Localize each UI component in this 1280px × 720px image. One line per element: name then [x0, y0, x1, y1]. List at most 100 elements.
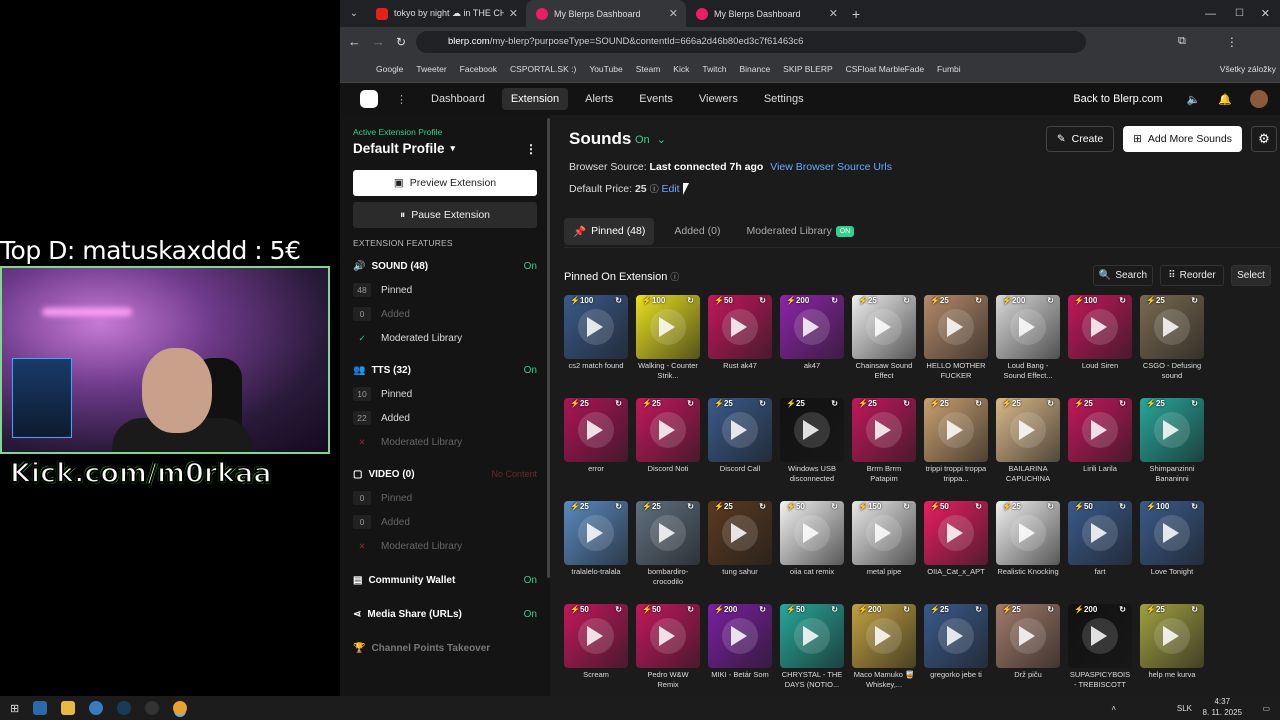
- sound-card[interactable]: ⚡25 ↻ Drž piču: [996, 604, 1060, 698]
- tray-arrow-icon[interactable]: ˄: [1111, 704, 1116, 713]
- volume-icon[interactable]: 🔈: [1187, 93, 1201, 106]
- all-bookmarks[interactable]: Všetky záložky: [1220, 64, 1276, 74]
- close-icon[interactable]: ✕: [509, 7, 518, 20]
- replay-icon[interactable]: ↻: [687, 399, 694, 408]
- sound-card[interactable]: ⚡50 ↻ Rust ak47: [708, 295, 772, 389]
- sound-card[interactable]: ⚡25 ↻ Brrm Brrm Patapim: [852, 398, 916, 492]
- tab-blerp-1[interactable]: My Blerps Dashboard ✕: [526, 0, 686, 27]
- play-icon[interactable]: [731, 317, 747, 337]
- select-button[interactable]: Select: [1231, 265, 1271, 286]
- reload-icon[interactable]: ↻: [396, 35, 406, 49]
- sound-thumbnail[interactable]: ⚡150 ↻: [852, 501, 916, 565]
- play-icon[interactable]: [803, 626, 819, 646]
- sound-thumbnail[interactable]: ⚡50 ↻: [780, 501, 844, 565]
- steam-icon[interactable]: [117, 701, 132, 715]
- clock[interactable]: 4:37 8. 11. 2025: [1203, 696, 1242, 718]
- sound-card[interactable]: ⚡50 ↻ OIIA_Cat_x_APT: [924, 501, 988, 595]
- sound-card[interactable]: ⚡25 ↻ gregorko jebe ti: [924, 604, 988, 698]
- sidebar-scrollbar[interactable]: [547, 118, 550, 578]
- file-explorer-icon[interactable]: [61, 701, 76, 715]
- bookmark-skip-blerp[interactable]: SKIP BLERP: [783, 64, 832, 74]
- replay-icon[interactable]: ↻: [687, 296, 694, 305]
- sound-card[interactable]: ⚡25 ↻ BAILARINA CAPUCHINA: [996, 398, 1060, 492]
- play-icon[interactable]: [947, 523, 963, 543]
- play-icon[interactable]: [947, 420, 963, 440]
- replay-icon[interactable]: ↻: [1191, 399, 1198, 408]
- bookmark-fumbi[interactable]: Fumbi: [937, 64, 961, 74]
- replay-icon[interactable]: ↻: [615, 296, 622, 305]
- play-icon[interactable]: [659, 420, 675, 440]
- info-icon[interactable]: ⓘ: [670, 272, 679, 282]
- tts-pinned[interactable]: 10 Pinned: [353, 382, 537, 406]
- replay-icon[interactable]: ↻: [1047, 605, 1054, 614]
- sound-pinned[interactable]: 48 Pinned: [353, 278, 537, 302]
- chrome-active-icon[interactable]: [173, 701, 188, 715]
- blerp-logo-icon[interactable]: [360, 90, 378, 108]
- replay-icon[interactable]: ↻: [687, 502, 694, 511]
- play-icon[interactable]: [659, 317, 675, 337]
- play-icon[interactable]: [587, 626, 603, 646]
- feature-tts[interactable]: 👥 TTS (32) On: [353, 358, 537, 382]
- replay-icon[interactable]: ↻: [831, 605, 838, 614]
- sound-thumbnail[interactable]: ⚡25 ↻: [996, 501, 1060, 565]
- replay-icon[interactable]: ↻: [1119, 296, 1126, 305]
- sound-thumbnail[interactable]: ⚡25 ↻: [1140, 295, 1204, 359]
- replay-icon[interactable]: ↻: [759, 502, 766, 511]
- close-icon[interactable]: ✕: [669, 7, 678, 20]
- replay-icon[interactable]: ↻: [687, 605, 694, 614]
- feature-video[interactable]: ▢ VIDEO (0) No Content: [353, 462, 537, 486]
- replay-icon[interactable]: ↻: [831, 399, 838, 408]
- play-icon[interactable]: [1091, 626, 1107, 646]
- replay-icon[interactable]: ↻: [1119, 605, 1126, 614]
- play-icon[interactable]: [875, 523, 891, 543]
- sound-card[interactable]: ⚡25 ↻ tralalelo-tralala: [564, 501, 628, 595]
- sound-card[interactable]: ⚡200 ↻ SUPASPICYBOIS - TREBISCOTT: [1068, 604, 1132, 698]
- nav-kebab-icon[interactable]: ⋮: [396, 93, 407, 106]
- sound-moderated[interactable]: ✓ Moderated Library: [353, 326, 537, 350]
- sound-thumbnail[interactable]: ⚡25 ↻: [780, 398, 844, 462]
- video-added[interactable]: 0 Added: [353, 510, 537, 534]
- sound-thumbnail[interactable]: ⚡200 ↻: [996, 295, 1060, 359]
- bookmark-csportal[interactable]: CSPORTAL.SK :): [510, 64, 576, 74]
- sound-thumbnail[interactable]: ⚡25 ↻: [564, 398, 628, 462]
- sound-card[interactable]: ⚡25 ↻ Lirili Larila: [1068, 398, 1132, 492]
- sound-card[interactable]: ⚡25 ↻ Discord Noti: [636, 398, 700, 492]
- feature-media-share[interactable]: ⋖ Media Share (URLs) On: [353, 602, 537, 626]
- replay-icon[interactable]: ↻: [831, 296, 838, 305]
- tts-moderated[interactable]: ✕ Moderated Library: [353, 430, 537, 454]
- feature-channel-points[interactable]: 🏆 Channel Points Takeover: [353, 636, 537, 660]
- sound-thumbnail[interactable]: ⚡50 ↻: [564, 604, 628, 668]
- bookmark-binance[interactable]: Binance: [739, 64, 770, 74]
- feature-sound[interactable]: 🔊 SOUND (48) On: [353, 254, 537, 278]
- new-tab-icon[interactable]: +: [852, 6, 860, 22]
- profile-selector[interactable]: Default Profile ▾ ⋮: [353, 141, 537, 156]
- sound-card[interactable]: ⚡200 ↻ ak47: [780, 295, 844, 389]
- bell-icon[interactable]: 🔔: [1218, 93, 1232, 106]
- nav-extension[interactable]: Extension: [501, 88, 569, 110]
- sound-thumbnail[interactable]: ⚡25 ↻: [1068, 398, 1132, 462]
- sound-thumbnail[interactable]: ⚡200 ↻: [852, 604, 916, 668]
- sound-card[interactable]: ⚡25 ↻ HELLO MOTHER FUCKER: [924, 295, 988, 389]
- edit-price-link[interactable]: Edit: [662, 183, 680, 195]
- sound-added[interactable]: 0 Added: [353, 302, 537, 326]
- play-icon[interactable]: [731, 626, 747, 646]
- replay-icon[interactable]: ↻: [975, 502, 982, 511]
- notifications-icon[interactable]: ▭: [1262, 704, 1270, 713]
- sound-thumbnail[interactable]: ⚡100 ↻: [1140, 501, 1204, 565]
- play-icon[interactable]: [1163, 420, 1179, 440]
- sound-card[interactable]: ⚡50 ↻ fart: [1068, 501, 1132, 595]
- add-more-sounds-button[interactable]: ⊞ Add More Sounds: [1123, 126, 1242, 152]
- extensions-icon[interactable]: ⧉: [1178, 35, 1186, 48]
- sound-thumbnail[interactable]: ⚡25 ↻: [1140, 398, 1204, 462]
- maximize-icon[interactable]: ☐: [1235, 8, 1244, 19]
- sound-card[interactable]: ⚡25 ↻ Realistic Knocking: [996, 501, 1060, 595]
- play-icon[interactable]: [1019, 626, 1035, 646]
- replay-icon[interactable]: ↻: [975, 296, 982, 305]
- tab-search-icon[interactable]: ⌄: [342, 8, 366, 19]
- replay-icon[interactable]: ↻: [1047, 399, 1054, 408]
- play-icon[interactable]: [587, 420, 603, 440]
- play-icon[interactable]: [947, 317, 963, 337]
- feature-wallet[interactable]: ▤ Community Wallet On: [353, 568, 537, 592]
- bookmark-tweeter[interactable]: Tweeter: [416, 64, 446, 74]
- nav-events[interactable]: Events: [639, 93, 673, 105]
